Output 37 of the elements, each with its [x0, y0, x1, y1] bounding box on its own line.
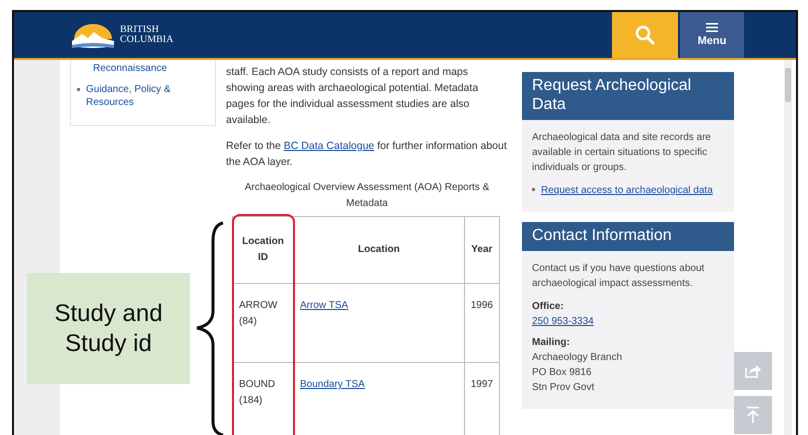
search-icon	[635, 25, 655, 45]
sunrise-logo-icon	[70, 21, 116, 49]
column-header: Year	[464, 216, 500, 284]
up-arrow-icon	[746, 406, 760, 424]
catalogue-link[interactable]: BC Data Catalogue	[284, 140, 374, 152]
column-header: Location ID	[232, 216, 294, 284]
address-line: Stn Prov Govt	[532, 381, 596, 395]
bullet-icon	[532, 188, 535, 191]
column-header: Location	[294, 216, 464, 284]
location-link[interactable]: Arrow TSA	[300, 300, 348, 311]
menu-button[interactable]: Menu	[680, 12, 744, 58]
search-button[interactable]	[612, 12, 678, 58]
logo-text: COLUMBIA	[120, 35, 174, 45]
request-access-link[interactable]: Request access to archaeological data	[541, 183, 713, 198]
address-line: Archaeology Branch	[532, 351, 624, 365]
location-link[interactable]: Boundary TSA	[300, 379, 365, 390]
share-icon	[744, 363, 762, 379]
intro-paragraph: staff. Each AOA study consists of a report and maps showing areas with archaeological potential. Metadata pages for the individual assessment studies are also available.	[226, 65, 480, 128]
panel-text: Archaeological data and site records are available in certain situations to specific individuals or groups.	[532, 131, 712, 175]
share-button[interactable]	[734, 352, 772, 390]
logo-text: BRITISH	[120, 25, 160, 35]
sidebar-link[interactable]: Guidance, Policy & Resources	[86, 83, 207, 109]
bullet-icon	[77, 88, 80, 91]
refer-paragraph: Refer to the BC Data Catalogue for further information about the AOA layer.	[226, 139, 508, 170]
panel-text: Contact us if you have questions about archaeological impact assessments.	[532, 262, 706, 291]
address-line: PO Box 9816	[532, 366, 592, 380]
office-label: Office:	[532, 300, 565, 314]
mailing-label: Mailing:	[532, 336, 571, 350]
menu-icon	[706, 23, 718, 32]
panel-title: Request Archeological Data	[522, 72, 734, 120]
phone-link[interactable]: 250 953-3334	[532, 316, 594, 327]
sidebar-link[interactable]: Reconnaissance	[93, 62, 167, 75]
table-cell: 1996	[464, 284, 500, 362]
annotation-label: Study and Study id	[27, 273, 190, 384]
back-to-top-button[interactable]	[734, 396, 772, 434]
panel-title: Contact Information	[522, 222, 734, 251]
table-caption: Archaeological Overview Assessment (AOA) Reports & Metadata	[244, 181, 490, 211]
